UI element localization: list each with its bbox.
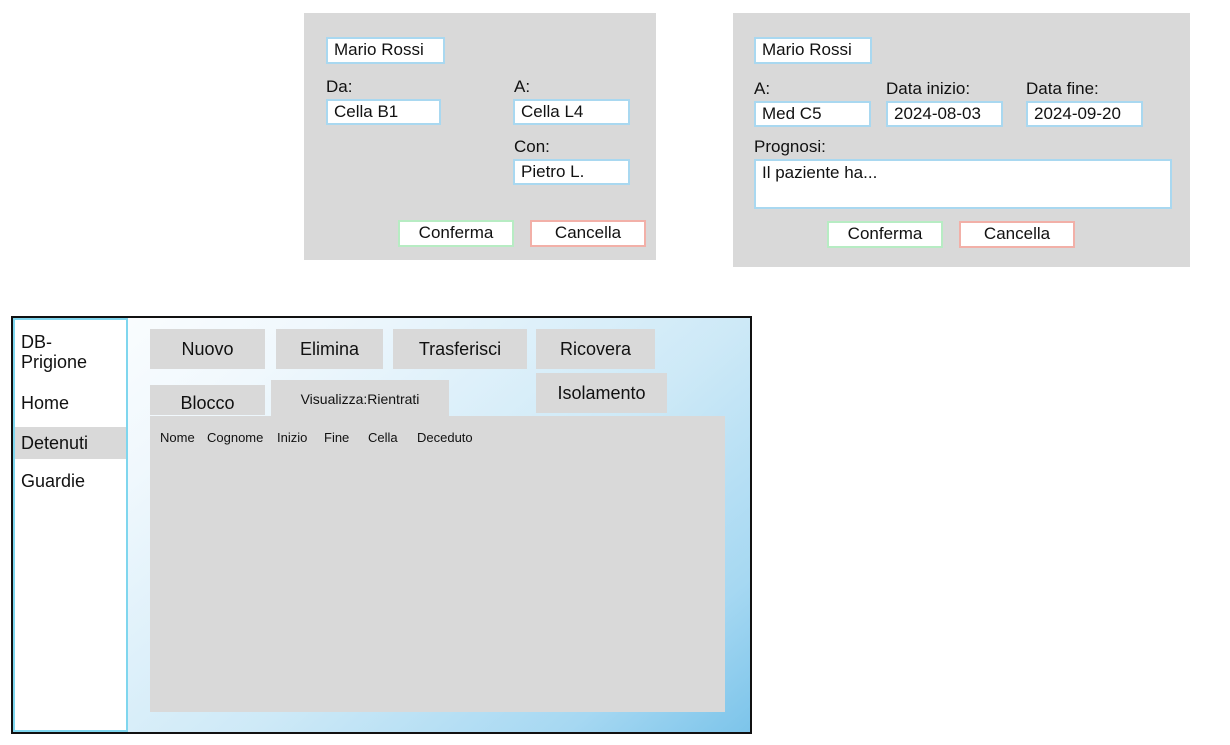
app-title: DB- Prigione (21, 332, 88, 372)
start-date-label: Data inizio: (886, 79, 971, 98)
end-date-label: Data fine: (1026, 79, 1099, 98)
column-header[interactable]: Nome (160, 430, 195, 445)
view-filter-button[interactable]: Visualizza:Rientrati (271, 380, 449, 416)
cancel-button[interactable]: Cancella (530, 220, 646, 247)
destination-field[interactable]: Med C5 (754, 101, 871, 127)
main-window: DB- Prigione Home Detenuti Guardie Nuovo… (11, 316, 752, 734)
hospitalize-dialog: Mario Rossi A: Med C5 Data inizio: 2024-… (733, 13, 1190, 267)
patient-name-field[interactable]: Mario Rossi (754, 37, 872, 64)
sidebar-item-home[interactable]: Home (15, 392, 126, 416)
transfer-button[interactable]: Trasferisci (393, 329, 527, 369)
block-button[interactable]: Blocco (150, 385, 265, 415)
column-header[interactable]: Inizio (277, 430, 307, 445)
from-cell-field[interactable]: Cella B1 (326, 99, 441, 125)
new-button[interactable]: Nuovo (150, 329, 265, 369)
to-cell-field[interactable]: Cella L4 (513, 99, 630, 125)
hospitalize-button[interactable]: Ricovera (536, 329, 655, 369)
detenuti-table: Nome Cognome Inizio Fine Cella Deceduto (150, 416, 725, 712)
with-field[interactable]: Pietro L. (513, 159, 630, 185)
prognosis-label: Prognosi: (754, 137, 826, 156)
sidebar-item-detenuti[interactable]: Detenuti (15, 427, 126, 459)
sidebar: DB- Prigione Home Detenuti Guardie (13, 318, 128, 732)
isolation-button[interactable]: Isolamento (536, 373, 667, 413)
column-header[interactable]: Fine (324, 430, 349, 445)
sidebar-item-guardie[interactable]: Guardie (15, 470, 126, 494)
column-header[interactable]: Deceduto (417, 430, 473, 445)
confirm-button[interactable]: Conferma (827, 221, 943, 248)
destination-label: A: (754, 79, 771, 98)
column-header[interactable]: Cognome (207, 430, 263, 445)
start-date-field[interactable]: 2024-08-03 (886, 101, 1003, 127)
prognosis-textarea[interactable]: Il paziente ha... (754, 159, 1172, 209)
prisoner-name-field[interactable]: Mario Rossi (326, 37, 445, 64)
to-label: A: (514, 77, 531, 96)
from-label: Da: (326, 77, 353, 96)
end-date-field[interactable]: 2024-09-20 (1026, 101, 1143, 127)
transfer-dialog: Mario Rossi Da: Cella B1 A: Cella L4 Con… (304, 13, 656, 260)
delete-button[interactable]: Elimina (276, 329, 383, 369)
cancel-button[interactable]: Cancella (959, 221, 1075, 248)
column-header[interactable]: Cella (368, 430, 398, 445)
confirm-button[interactable]: Conferma (398, 220, 514, 247)
with-label: Con: (514, 137, 550, 156)
